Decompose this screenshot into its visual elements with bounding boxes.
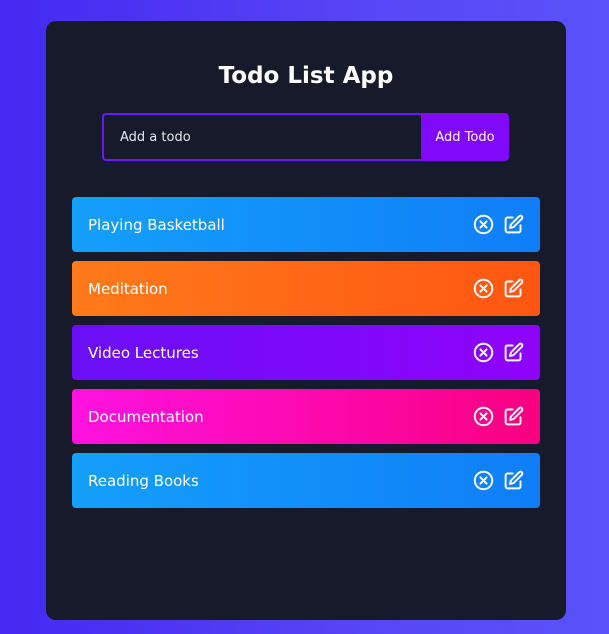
todo-item: Reading Books — [72, 453, 540, 508]
todo-item-label: Playing Basketball — [88, 215, 225, 234]
close-circle-icon[interactable] — [473, 278, 494, 299]
todo-item-actions — [473, 470, 524, 491]
edit-icon[interactable] — [503, 342, 524, 363]
app-title: Todo List App — [218, 63, 394, 89]
todo-item-actions — [473, 214, 524, 235]
todo-item: Video Lectures — [72, 325, 540, 380]
todo-item: Playing Basketball — [72, 197, 540, 252]
todo-input[interactable] — [102, 113, 421, 161]
todo-item-actions — [473, 278, 524, 299]
close-circle-icon[interactable] — [473, 406, 494, 427]
todo-item-actions — [473, 342, 524, 363]
edit-icon[interactable] — [503, 214, 524, 235]
todo-item: Meditation — [72, 261, 540, 316]
add-todo-button[interactable]: Add Todo — [421, 113, 509, 161]
todo-item: Documentation — [72, 389, 540, 444]
edit-icon[interactable] — [503, 470, 524, 491]
close-circle-icon[interactable] — [473, 342, 494, 363]
edit-icon[interactable] — [503, 278, 524, 299]
todo-item-label: Documentation — [88, 407, 204, 426]
todo-item-actions — [473, 406, 524, 427]
todo-app-card: Todo List App Add Todo Playing Basketbal… — [46, 21, 566, 620]
close-circle-icon[interactable] — [473, 214, 494, 235]
todo-item-label: Video Lectures — [88, 343, 199, 362]
todo-item-label: Meditation — [88, 279, 168, 298]
todo-form: Add Todo — [102, 113, 509, 161]
todo-list: Playing Basketball Meditation Video Lect… — [72, 197, 540, 517]
edit-icon[interactable] — [503, 406, 524, 427]
close-circle-icon[interactable] — [473, 470, 494, 491]
todo-item-label: Reading Books — [88, 471, 199, 490]
